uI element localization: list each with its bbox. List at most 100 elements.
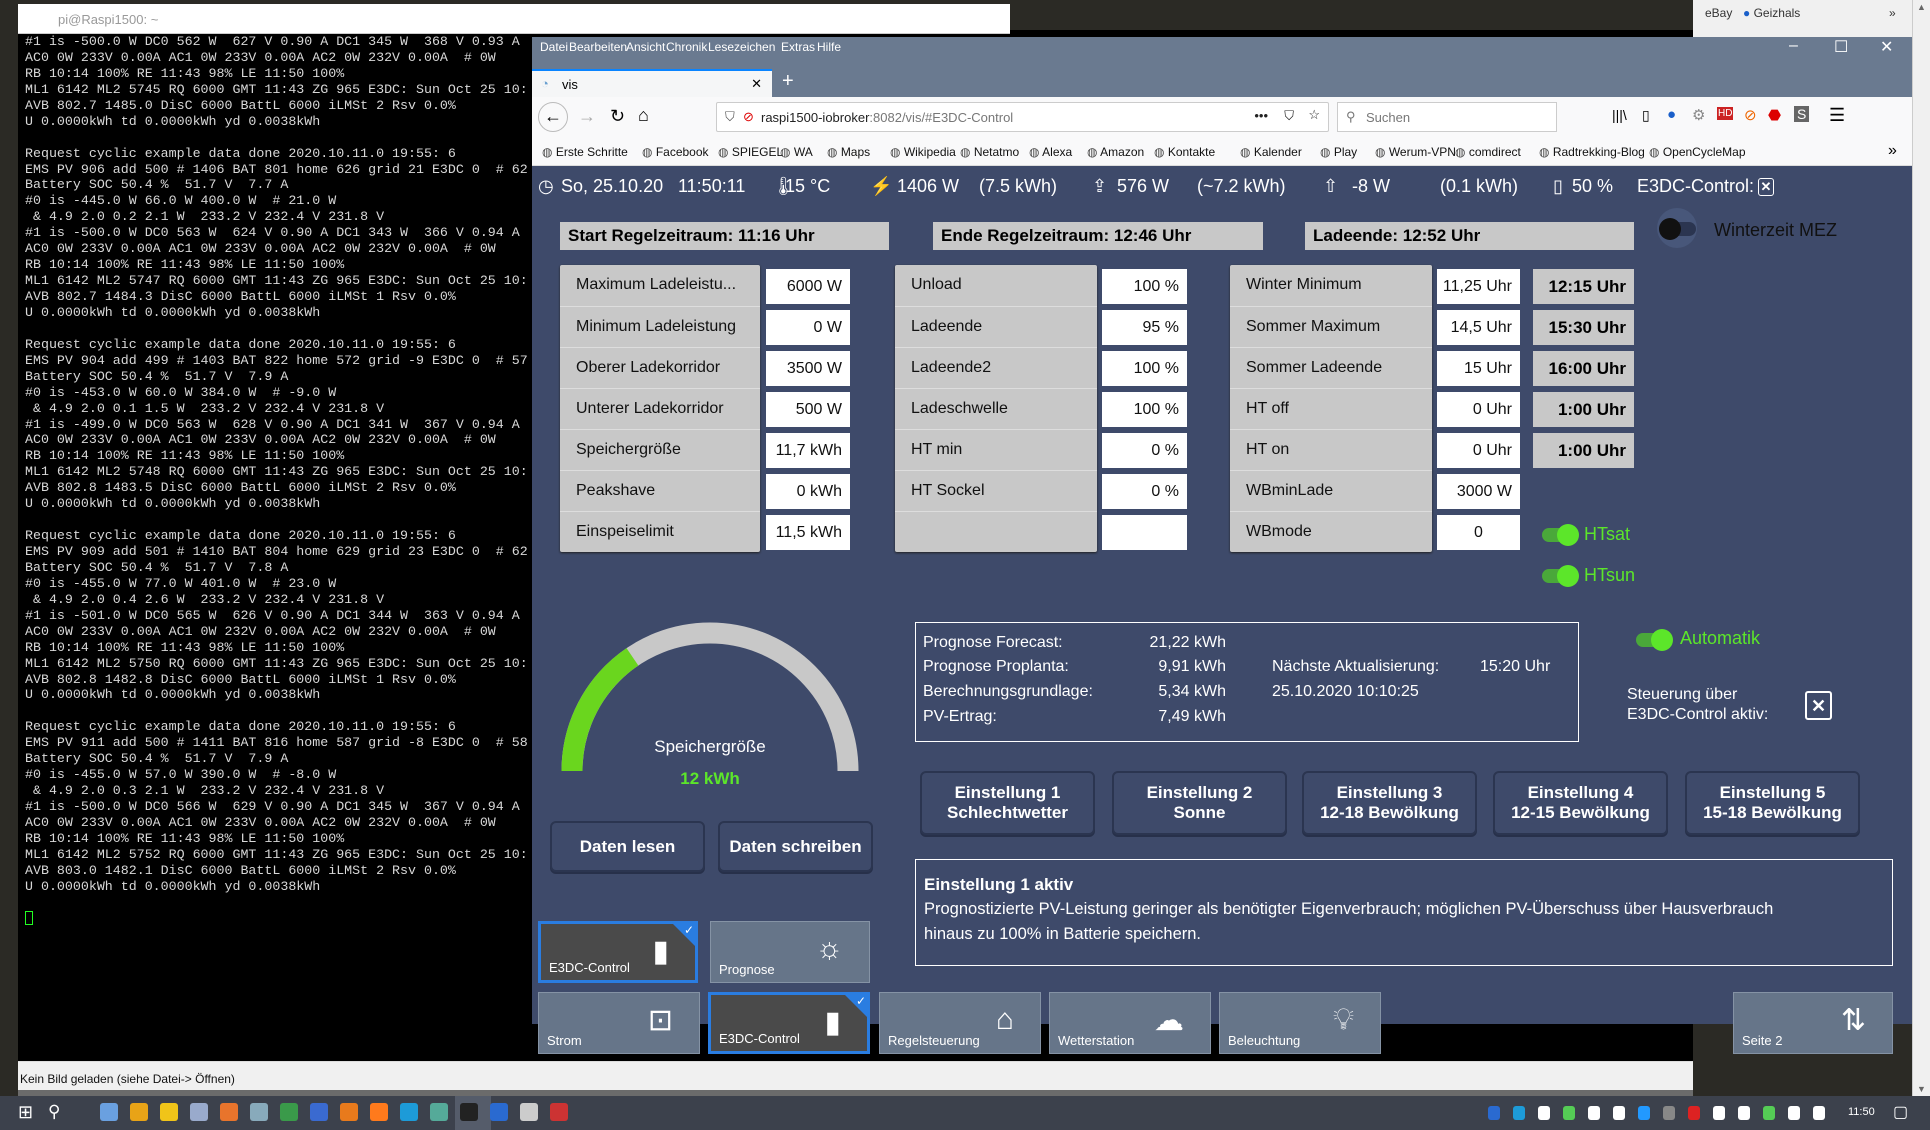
bookmark-facebook[interactable]: Facebook xyxy=(642,145,709,159)
setting-value-input[interactable]: 100 % xyxy=(1102,392,1187,427)
setting-value-input[interactable]: 11,25 Uhr xyxy=(1437,269,1520,304)
einstellung-4-button[interactable]: Einstellung 4 12-15 Bewölkung xyxy=(1493,771,1668,835)
setting-value-input[interactable]: 15 Uhr xyxy=(1437,351,1520,386)
tray-icon[interactable] xyxy=(1813,1106,1825,1120)
notifications-icon[interactable]: ▢ xyxy=(1893,1102,1908,1122)
taskbar-app-icon[interactable] xyxy=(100,1103,118,1121)
minimize-button[interactable]: – xyxy=(1789,37,1798,55)
tile-regelsteuerung[interactable]: Regelsteuerung ⌂ xyxy=(879,992,1041,1054)
bookmark-ebay[interactable]: eBay xyxy=(1705,6,1732,20)
extension-s-icon[interactable]: S xyxy=(1794,106,1810,122)
bookmark-kontakte[interactable]: Kontakte xyxy=(1154,145,1215,159)
menu-extras[interactable]: Extras xyxy=(781,40,815,54)
tile-seite-2[interactable]: Seite 2 ⇅ xyxy=(1733,992,1893,1054)
menu-lesezeichen[interactable]: Lesezeichen xyxy=(708,40,775,54)
bookmark-werum-vpn[interactable]: Werum-VPN xyxy=(1375,145,1456,159)
bookmark-comdirect[interactable]: comdirect xyxy=(1455,145,1521,159)
taskbar-app-icon[interactable] xyxy=(220,1103,238,1121)
tray-icon[interactable] xyxy=(1488,1106,1500,1120)
bookmark-amazon[interactable]: Amazon xyxy=(1087,145,1144,159)
putty-title-bar[interactable]: pi@Raspi1500: ~ xyxy=(18,4,1010,34)
page-actions-icon[interactable]: ••• xyxy=(1254,108,1268,123)
desktop-scrollbar[interactable]: ▲ ▼ xyxy=(1912,0,1930,1096)
tray-icon[interactable] xyxy=(1688,1106,1700,1120)
setting-value-input[interactable]: 0 % xyxy=(1102,433,1187,468)
more-bookmarks-button[interactable]: » xyxy=(1889,6,1896,20)
setting-value-input[interactable]: 0 Uhr xyxy=(1437,392,1520,427)
tab-vis[interactable]: ◔ vis ✕ xyxy=(532,69,772,97)
taskbar-clock[interactable]: 11:50 xyxy=(1848,1106,1875,1118)
taskbar-app-icon[interactable] xyxy=(130,1103,148,1121)
setting-value-input[interactable]: 11,7 kWh xyxy=(766,433,850,468)
extension-block-icon[interactable]: ⊘ xyxy=(1744,106,1757,124)
setting-value-input[interactable] xyxy=(1102,515,1187,550)
setting-value-input[interactable]: 0 Uhr xyxy=(1437,433,1520,468)
close-tab-icon[interactable]: ✕ xyxy=(751,76,762,92)
bookmark-play[interactable]: Play xyxy=(1320,145,1357,159)
tray-icon[interactable] xyxy=(1613,1106,1625,1120)
taskbar-app-icon[interactable] xyxy=(160,1103,178,1121)
tray-icon[interactable] xyxy=(1538,1106,1550,1120)
einstellung-1-button[interactable]: Einstellung 1 Schlechtwetter xyxy=(920,771,1095,835)
taskbar-app-icon[interactable] xyxy=(310,1103,328,1121)
tile-strom[interactable]: Strom ⊡ xyxy=(538,992,700,1054)
bookmark-radtrekking-blog[interactable]: Radtrekking-Blog xyxy=(1539,145,1645,159)
einstellung-3-button[interactable]: Einstellung 3 12-18 Bewölkung xyxy=(1302,771,1477,835)
setting-value-input[interactable]: 0 W xyxy=(766,310,850,345)
tray-icon[interactable] xyxy=(1563,1106,1575,1120)
reload-button[interactable]: ↻ xyxy=(610,106,625,127)
home-button[interactable]: ⌂ xyxy=(638,105,649,126)
extension-globe-icon[interactable]: ● xyxy=(1667,106,1676,123)
close-window-button[interactable]: ✕ xyxy=(1880,37,1893,57)
start-button[interactable]: ⊞ xyxy=(18,1102,33,1123)
scroll-up-icon[interactable]: ▲ xyxy=(1917,2,1926,12)
taskbar-app-icon[interactable] xyxy=(430,1103,448,1121)
automatik-toggle[interactable] xyxy=(1636,629,1673,651)
adblock-icon[interactable]: ⬣ xyxy=(1768,106,1781,124)
taskbar-app-icon[interactable] xyxy=(460,1103,478,1121)
setting-value-input[interactable]: 500 W xyxy=(766,392,850,427)
taskbar-app-icon[interactable] xyxy=(250,1103,268,1121)
setting-value-input[interactable]: 100 % xyxy=(1102,351,1187,386)
bookmark-netatmo[interactable]: Netatmo xyxy=(960,145,1019,159)
setting-value-input[interactable]: 11,5 kWh xyxy=(766,515,850,550)
bookmark-kalender[interactable]: Kalender xyxy=(1240,145,1302,159)
tray-icon[interactable] xyxy=(1738,1106,1750,1120)
taskbar-app-icon[interactable] xyxy=(190,1103,208,1121)
menu-chronik[interactable]: Chronik xyxy=(666,40,707,54)
winterzeit-toggle[interactable] xyxy=(1659,218,1696,240)
forward-button[interactable]: → xyxy=(578,106,596,127)
setting-value-input[interactable]: 0 xyxy=(1437,515,1520,550)
sidebar-icon[interactable]: ▯ xyxy=(1642,107,1650,124)
bookmark-star-icon[interactable]: ☆ xyxy=(1308,107,1320,123)
htsat-toggle[interactable] xyxy=(1542,524,1579,546)
taskbar-app-icon[interactable] xyxy=(400,1103,418,1121)
back-button[interactable]: ← xyxy=(538,102,568,132)
setting-value-input[interactable]: 3500 W xyxy=(766,351,850,386)
einstellung-5-button[interactable]: Einstellung 5 15-18 Bewölkung xyxy=(1685,771,1860,835)
search-input[interactable]: ⚲ Suchen xyxy=(1337,102,1557,132)
tile-e3dc-control[interactable]: E3DC-Control ▮ ✓ xyxy=(708,992,870,1054)
menu-hilfe[interactable]: Hilfe xyxy=(817,40,841,54)
setting-value-input[interactable]: 0 % xyxy=(1102,474,1187,509)
new-tab-button[interactable]: + xyxy=(782,70,794,93)
taskbar-app-icon[interactable] xyxy=(370,1103,388,1121)
einstellung-2-button[interactable]: Einstellung 2 Sonne xyxy=(1112,771,1287,835)
tray-icon[interactable] xyxy=(1638,1106,1650,1120)
bookmark-opencyclemap[interactable]: OpenCycleMap xyxy=(1649,145,1746,159)
tile-prognose[interactable]: Prognose ☼ xyxy=(710,921,870,983)
bookmark-alexa[interactable]: Alexa xyxy=(1029,145,1072,159)
taskbar-app-icon[interactable] xyxy=(490,1103,508,1121)
bookmark-wikipedia[interactable]: Wikipedia xyxy=(890,145,956,159)
setting-value-input[interactable]: 95 % xyxy=(1102,310,1187,345)
library-icon[interactable]: |||\ xyxy=(1612,107,1627,123)
bookmark-erste-schritte[interactable]: Erste Schritte xyxy=(542,145,628,159)
htsun-toggle[interactable] xyxy=(1542,565,1579,587)
hamburger-menu-icon[interactable]: ☰ xyxy=(1829,105,1845,126)
bookmark-wa[interactable]: WA xyxy=(780,145,813,159)
scroll-down-icon[interactable]: ▼ xyxy=(1917,1084,1926,1094)
url-bar[interactable]: ⛉ ⊘ raspi1500-iobroker:8082/vis/#E3DC-Co… xyxy=(716,102,1329,132)
bookmark-spiegel[interactable]: SPIEGEL xyxy=(718,145,783,159)
tile-wetterstation[interactable]: Wetterstation ☁ xyxy=(1049,992,1211,1054)
tile-beleuchtung[interactable]: Beleuchtung 💡︎ xyxy=(1219,992,1381,1054)
